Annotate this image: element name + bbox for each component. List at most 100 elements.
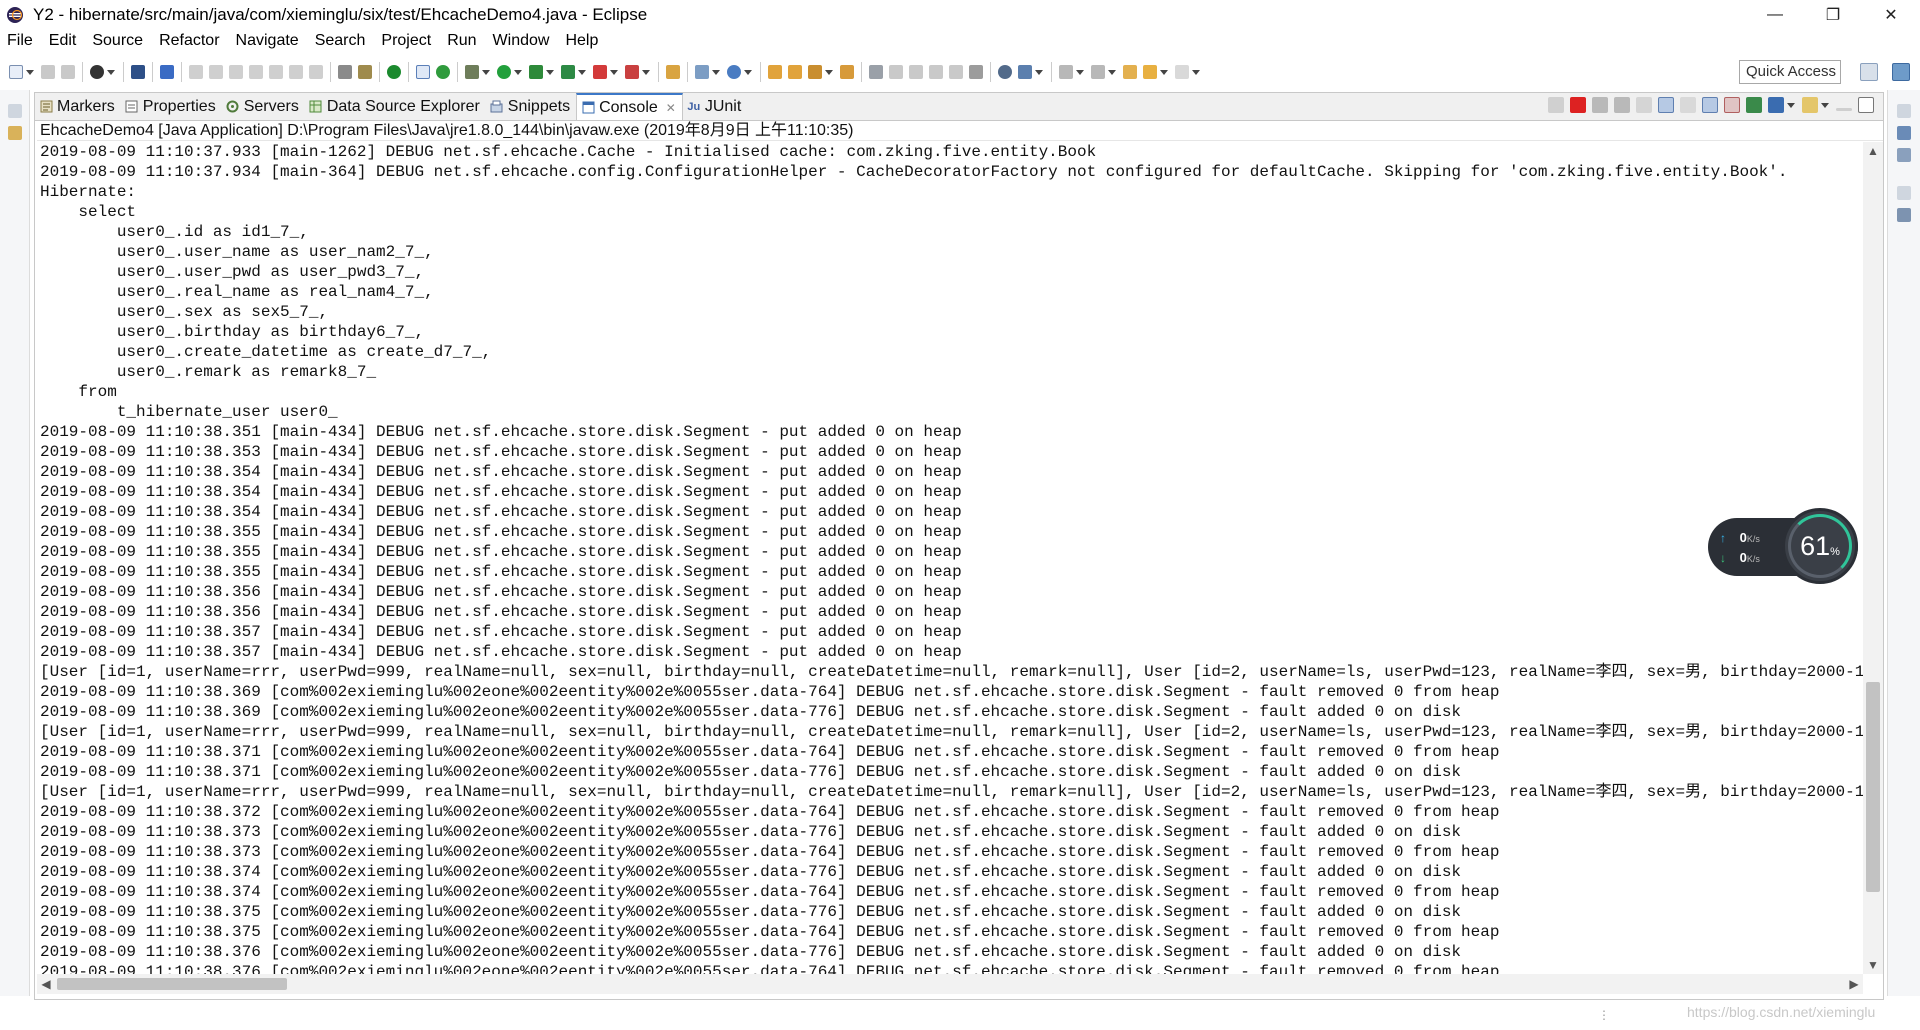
use-step-filters-icon[interactable] bbox=[358, 65, 372, 79]
toggle-mark-occurrences-icon[interactable] bbox=[416, 65, 430, 79]
tab-properties[interactable]: Properties bbox=[121, 93, 222, 120]
forward-icon[interactable] bbox=[1175, 65, 1189, 79]
restore-icon[interactable] bbox=[1897, 186, 1911, 200]
web-browser-dropdown-icon[interactable] bbox=[1035, 69, 1043, 75]
horizontal-scrollbar[interactable]: ◀ ▶ bbox=[37, 974, 1863, 994]
terminate-icon[interactable] bbox=[1570, 97, 1586, 113]
open-type-icon[interactable] bbox=[768, 65, 782, 79]
deploy-dropdown-icon[interactable] bbox=[642, 69, 650, 75]
back-dropdown-icon[interactable] bbox=[1160, 69, 1168, 75]
maximize-view-icon[interactable] bbox=[1858, 97, 1874, 113]
word-wrap-icon[interactable] bbox=[1680, 97, 1696, 113]
new-web-icon[interactable] bbox=[695, 65, 709, 79]
drop-to-frame-icon[interactable] bbox=[338, 65, 352, 79]
disconnect-icon[interactable] bbox=[249, 65, 263, 79]
toggle-annotation-icon[interactable] bbox=[869, 65, 883, 79]
menu-run[interactable]: Run bbox=[439, 32, 484, 50]
search-icon[interactable] bbox=[808, 65, 822, 79]
next-annotation-dropdown-icon[interactable] bbox=[1076, 69, 1084, 75]
palette-icon[interactable] bbox=[1897, 208, 1911, 222]
remove-terminated-icon[interactable] bbox=[1592, 97, 1608, 113]
scroll-left-icon[interactable]: ◀ bbox=[37, 974, 55, 994]
paragraph-icon[interactable] bbox=[949, 65, 963, 79]
scroll-right-icon[interactable]: ▶ bbox=[1845, 974, 1863, 994]
run-config-dropdown-icon[interactable] bbox=[107, 69, 115, 75]
new-package-icon[interactable] bbox=[727, 65, 741, 79]
minimize-view-icon[interactable] bbox=[1836, 107, 1852, 111]
package-explorer-icon[interactable] bbox=[8, 126, 22, 140]
new-dropdown-icon[interactable] bbox=[26, 69, 34, 75]
menu-window[interactable]: Window bbox=[485, 32, 558, 50]
horizontal-scroll-thumb[interactable] bbox=[57, 978, 287, 990]
java-ee-perspective-icon[interactable] bbox=[1892, 63, 1910, 81]
step-over-icon[interactable] bbox=[289, 65, 303, 79]
menu-edit[interactable]: Edit bbox=[41, 32, 85, 50]
open-resource-icon[interactable] bbox=[840, 65, 854, 79]
debug-dropdown-icon[interactable] bbox=[482, 69, 490, 75]
open-task-icon[interactable] bbox=[788, 65, 802, 79]
save-icon[interactable] bbox=[41, 65, 55, 79]
previous-annotation-icon[interactable] bbox=[1091, 65, 1105, 79]
remove-all-terminated-icon[interactable] bbox=[1614, 97, 1630, 113]
restore-icon[interactable] bbox=[1897, 104, 1911, 118]
forward-dropdown-icon[interactable] bbox=[1192, 69, 1200, 75]
clear-console-icon[interactable] bbox=[1636, 97, 1652, 113]
menu-project[interactable]: Project bbox=[373, 32, 439, 50]
open-console-icon[interactable] bbox=[1802, 97, 1818, 113]
menu-refactor[interactable]: Refactor bbox=[151, 32, 227, 50]
minimize-button[interactable]: — bbox=[1746, 0, 1804, 30]
terminal-icon[interactable] bbox=[131, 65, 145, 79]
pin-icon[interactable] bbox=[889, 65, 903, 79]
globe-icon[interactable] bbox=[998, 65, 1012, 79]
memory-usage-gauge[interactable]: 61% bbox=[1782, 508, 1858, 584]
block-selection-icon[interactable] bbox=[909, 65, 923, 79]
new-class-icon[interactable] bbox=[666, 65, 680, 79]
refresh-icon[interactable] bbox=[436, 65, 450, 79]
save-all-icon[interactable] bbox=[61, 65, 75, 79]
scroll-down-icon[interactable]: ▼ bbox=[1863, 956, 1883, 974]
last-edit-location-icon[interactable] bbox=[1123, 65, 1137, 79]
scroll-lock-icon[interactable] bbox=[1658, 97, 1674, 113]
menu-navigate[interactable]: Navigate bbox=[228, 32, 307, 50]
show-on-stderr-icon[interactable] bbox=[1724, 97, 1740, 113]
external-tools-dropdown-icon[interactable] bbox=[578, 69, 586, 75]
external-tools-icon[interactable] bbox=[561, 65, 575, 79]
step-return-icon[interactable] bbox=[309, 65, 323, 79]
run-config-icon[interactable] bbox=[90, 65, 104, 79]
coverage-icon[interactable] bbox=[529, 65, 543, 79]
tab-markers[interactable]: Markers bbox=[35, 93, 121, 120]
run-dropdown-icon[interactable] bbox=[514, 69, 522, 75]
show-on-stdout-icon[interactable] bbox=[1702, 97, 1718, 113]
menu-file[interactable]: File bbox=[0, 32, 41, 50]
console-output[interactable]: 2019-08-09 11:10:37.933 [main-1262] DEBU… bbox=[37, 142, 1863, 974]
run-icon[interactable] bbox=[497, 65, 511, 79]
stop-dropdown-icon[interactable] bbox=[610, 69, 618, 75]
open-perspective-icon[interactable] bbox=[1860, 63, 1878, 81]
server-start-icon[interactable] bbox=[387, 65, 401, 79]
previous-annotation-dropdown-icon[interactable] bbox=[1108, 69, 1116, 75]
maximize-button[interactable]: ❐ bbox=[1804, 0, 1862, 30]
tab-servers[interactable]: Servers bbox=[222, 93, 305, 120]
outline-icon[interactable] bbox=[1897, 126, 1911, 140]
resume-icon[interactable] bbox=[189, 65, 203, 79]
remove-launch-icon[interactable] bbox=[1548, 97, 1564, 113]
tab-data-source-explorer[interactable]: Data Source Explorer bbox=[305, 93, 486, 120]
display-console-dropdown-icon[interactable] bbox=[1787, 102, 1795, 108]
vertical-scrollbar[interactable]: ▲ ▼ bbox=[1863, 142, 1883, 974]
open-console-dropdown-icon[interactable] bbox=[1821, 102, 1829, 108]
show-whitespace-icon[interactable] bbox=[929, 65, 943, 79]
close-button[interactable]: ✕ bbox=[1862, 0, 1920, 30]
back-icon[interactable] bbox=[1143, 65, 1157, 79]
tab-junit[interactable]: Ju JUnit bbox=[683, 93, 747, 120]
new-package-dropdown-icon[interactable] bbox=[744, 69, 752, 75]
close-icon[interactable]: ✕ bbox=[666, 101, 676, 115]
tab-console[interactable]: Console ✕ bbox=[576, 93, 683, 120]
display-selected-console-icon[interactable] bbox=[1768, 97, 1784, 113]
deploy-icon[interactable] bbox=[625, 65, 639, 79]
terminate-icon[interactable] bbox=[229, 65, 243, 79]
vertical-scroll-thumb[interactable] bbox=[1866, 682, 1880, 892]
scroll-up-icon[interactable]: ▲ bbox=[1863, 142, 1883, 160]
step-into-icon[interactable] bbox=[269, 65, 283, 79]
word-wrap-icon[interactable] bbox=[969, 65, 983, 79]
quick-access-input[interactable]: Quick Access bbox=[1739, 60, 1841, 84]
